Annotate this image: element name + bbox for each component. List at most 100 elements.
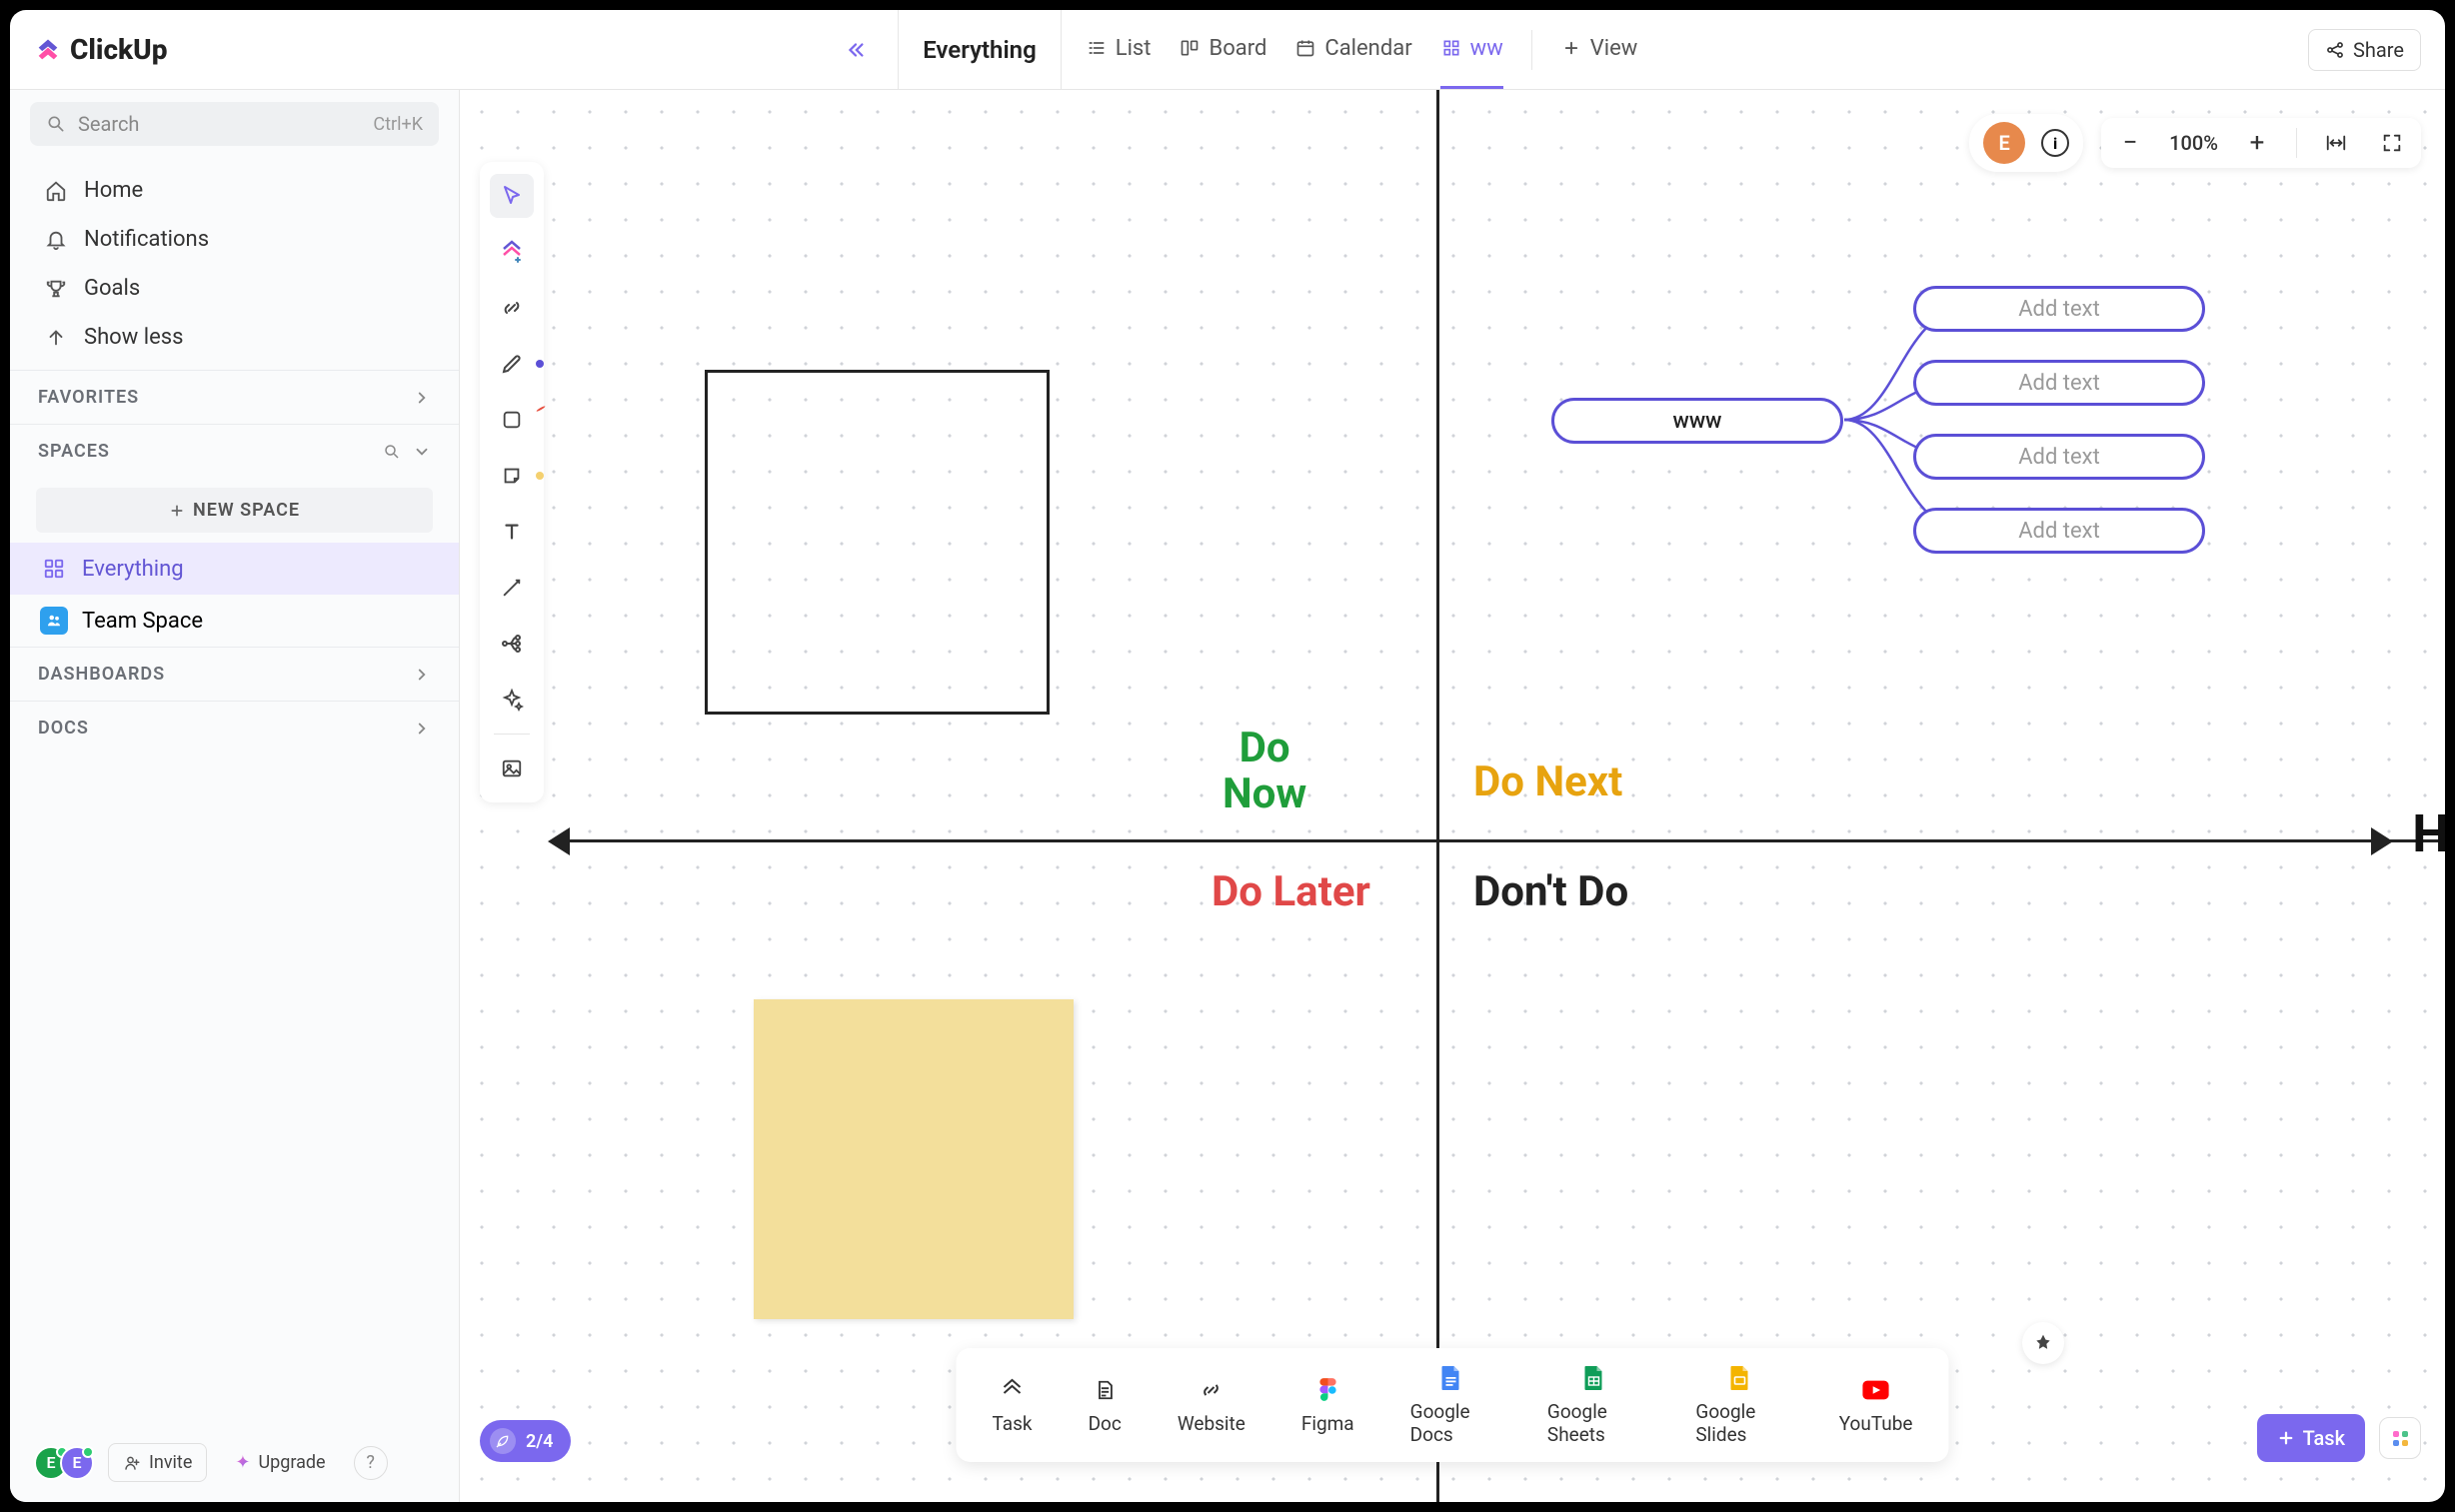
pin-button[interactable] <box>2022 1322 2064 1364</box>
insert-google-slides-label: Google Slides <box>1695 1400 1782 1446</box>
axis-vertical[interactable] <box>1436 90 1439 1502</box>
insert-youtube-label: YouTube <box>1839 1412 1913 1435</box>
sticky-note[interactable] <box>754 999 1074 1319</box>
tool-clickup-object[interactable] <box>490 230 534 274</box>
sidebar: Search Ctrl+K Home Notifications Goals <box>10 90 460 1502</box>
axis-end-label[interactable]: H <box>2412 803 2445 864</box>
dashboards-header[interactable]: DASHBOARDS <box>10 648 459 701</box>
tab-whiteboard[interactable]: ww <box>1440 10 1503 89</box>
search-input[interactable]: Search Ctrl+K <box>30 102 439 146</box>
create-task-button[interactable]: Task <box>2257 1414 2365 1462</box>
plus-icon <box>2277 1429 2295 1447</box>
zoom-in-button[interactable]: + <box>2240 126 2274 160</box>
tool-ai[interactable] <box>490 678 534 722</box>
space-team[interactable]: Team Space <box>10 595 459 647</box>
whiteboard-toolbar <box>480 162 544 802</box>
mindmap-icon <box>500 632 524 656</box>
insert-google-sheets[interactable]: Google Sheets <box>1519 1358 1667 1452</box>
insert-task[interactable]: Task <box>965 1370 1061 1441</box>
app-center-button[interactable] <box>2379 1417 2421 1459</box>
tool-sticky[interactable] <box>490 454 534 498</box>
nav-show-less-label: Show less <box>84 325 183 350</box>
label-dont-do[interactable]: Don't Do <box>1473 869 1628 915</box>
zoom-out-button[interactable]: − <box>2113 126 2147 160</box>
tool-text[interactable] <box>490 510 534 554</box>
docs-header[interactable]: DOCS <box>10 702 459 755</box>
chevron-down-icon[interactable] <box>413 443 431 461</box>
fullscreen-icon <box>2381 132 2403 154</box>
tab-calendar-label: Calendar <box>1324 36 1411 61</box>
insert-doc[interactable]: Doc <box>1061 1370 1150 1441</box>
tool-link[interactable] <box>490 286 534 330</box>
mindmap-child-node[interactable]: Add text <box>1913 508 2205 554</box>
info-button[interactable]: i <box>2041 129 2069 157</box>
tab-list[interactable]: List <box>1086 10 1152 89</box>
app-frame: ClickUp Everything List Board Calendar w… <box>10 10 2445 1502</box>
fit-width-button[interactable] <box>2319 126 2353 160</box>
arrow-up-icon <box>44 326 68 350</box>
google-docs-icon <box>1436 1364 1464 1392</box>
mindmap-child-node[interactable]: Add text <box>1913 360 2205 406</box>
tool-select[interactable] <box>490 174 534 218</box>
nav-show-less[interactable]: Show less <box>10 313 459 362</box>
upgrade-label: Upgrade <box>258 1452 325 1473</box>
zoom-level[interactable]: 100% <box>2169 131 2218 155</box>
nav-goals[interactable]: Goals <box>10 264 459 313</box>
arrow-right-icon <box>2371 827 2393 855</box>
insert-youtube[interactable]: YouTube <box>1811 1370 1941 1441</box>
mindmap-child-node[interactable]: Add text <box>1913 434 2205 480</box>
nav-goals-label: Goals <box>84 276 140 301</box>
avatar-stack[interactable]: E E <box>34 1446 94 1480</box>
tool-shape[interactable] <box>490 398 534 442</box>
insert-website[interactable]: Website <box>1150 1370 1273 1441</box>
tab-add-view[interactable]: View <box>1560 10 1638 89</box>
topbar: ClickUp Everything List Board Calendar w… <box>10 10 2445 90</box>
invite-button[interactable]: Invite <box>108 1443 207 1482</box>
insert-figma[interactable]: Figma <box>1273 1370 1382 1441</box>
nav-home[interactable]: Home <box>10 166 459 215</box>
search-icon <box>46 114 66 134</box>
tool-mindmap[interactable] <box>490 622 534 666</box>
spaces-header[interactable]: SPACES <box>10 425 459 478</box>
spaces-header-label: SPACES <box>38 441 110 462</box>
upgrade-button[interactable]: ✦ Upgrade <box>221 1444 339 1481</box>
brand-logo[interactable]: ClickUp <box>34 33 167 66</box>
tab-board[interactable]: Board <box>1179 10 1266 89</box>
insert-google-docs[interactable]: Google Docs <box>1382 1358 1519 1452</box>
help-button[interactable]: ? <box>354 1446 388 1480</box>
whiteboard-canvas[interactable]: E i − 100% + Do Now Do Next Do Later <box>460 90 2445 1502</box>
mindmap-child-node[interactable]: Add text <box>1913 286 2205 332</box>
favorites-header-label: FAVORITES <box>38 387 139 408</box>
onboarding-progress-pill[interactable]: 2/4 <box>480 1420 571 1462</box>
task-icon <box>999 1376 1027 1404</box>
connector-icon <box>501 577 523 599</box>
create-task-group: Task <box>2257 1414 2421 1462</box>
share-button[interactable]: Share <box>2308 29 2421 71</box>
label-do-later[interactable]: Do Later <box>1212 869 1370 915</box>
search-icon[interactable] <box>383 443 401 461</box>
insert-google-slides[interactable]: Google Slides <box>1667 1358 1810 1452</box>
tool-connector[interactable] <box>490 566 534 610</box>
label-do-next[interactable]: Do Next <box>1473 759 1622 805</box>
favorites-header[interactable]: FAVORITES <box>10 371 459 424</box>
share-icon <box>2325 40 2345 60</box>
mindmap-root-node[interactable]: www <box>1551 398 1843 444</box>
tab-calendar[interactable]: Calendar <box>1294 10 1411 89</box>
new-space-button[interactable]: NEW SPACE <box>36 488 433 533</box>
pen-icon <box>500 352 524 376</box>
nav-home-label: Home <box>84 178 143 203</box>
label-do-now[interactable]: Do Now <box>1223 726 1306 817</box>
insert-website-label: Website <box>1178 1412 1245 1435</box>
user-avatar[interactable]: E <box>1983 122 2025 164</box>
sidebar-collapse-button[interactable] <box>838 32 874 68</box>
tool-pen[interactable] <box>490 342 534 386</box>
tool-image[interactable] <box>490 747 534 790</box>
nav-notifications[interactable]: Notifications <box>10 215 459 264</box>
space-everything[interactable]: Everything <box>10 543 459 595</box>
docs-header-label: DOCS <box>38 718 89 739</box>
axis-horizontal[interactable] <box>555 839 2445 842</box>
sticky-icon <box>501 465 523 487</box>
shape-rectangle[interactable] <box>705 370 1050 715</box>
view-title[interactable]: Everything <box>898 10 1062 89</box>
fullscreen-button[interactable] <box>2375 126 2409 160</box>
